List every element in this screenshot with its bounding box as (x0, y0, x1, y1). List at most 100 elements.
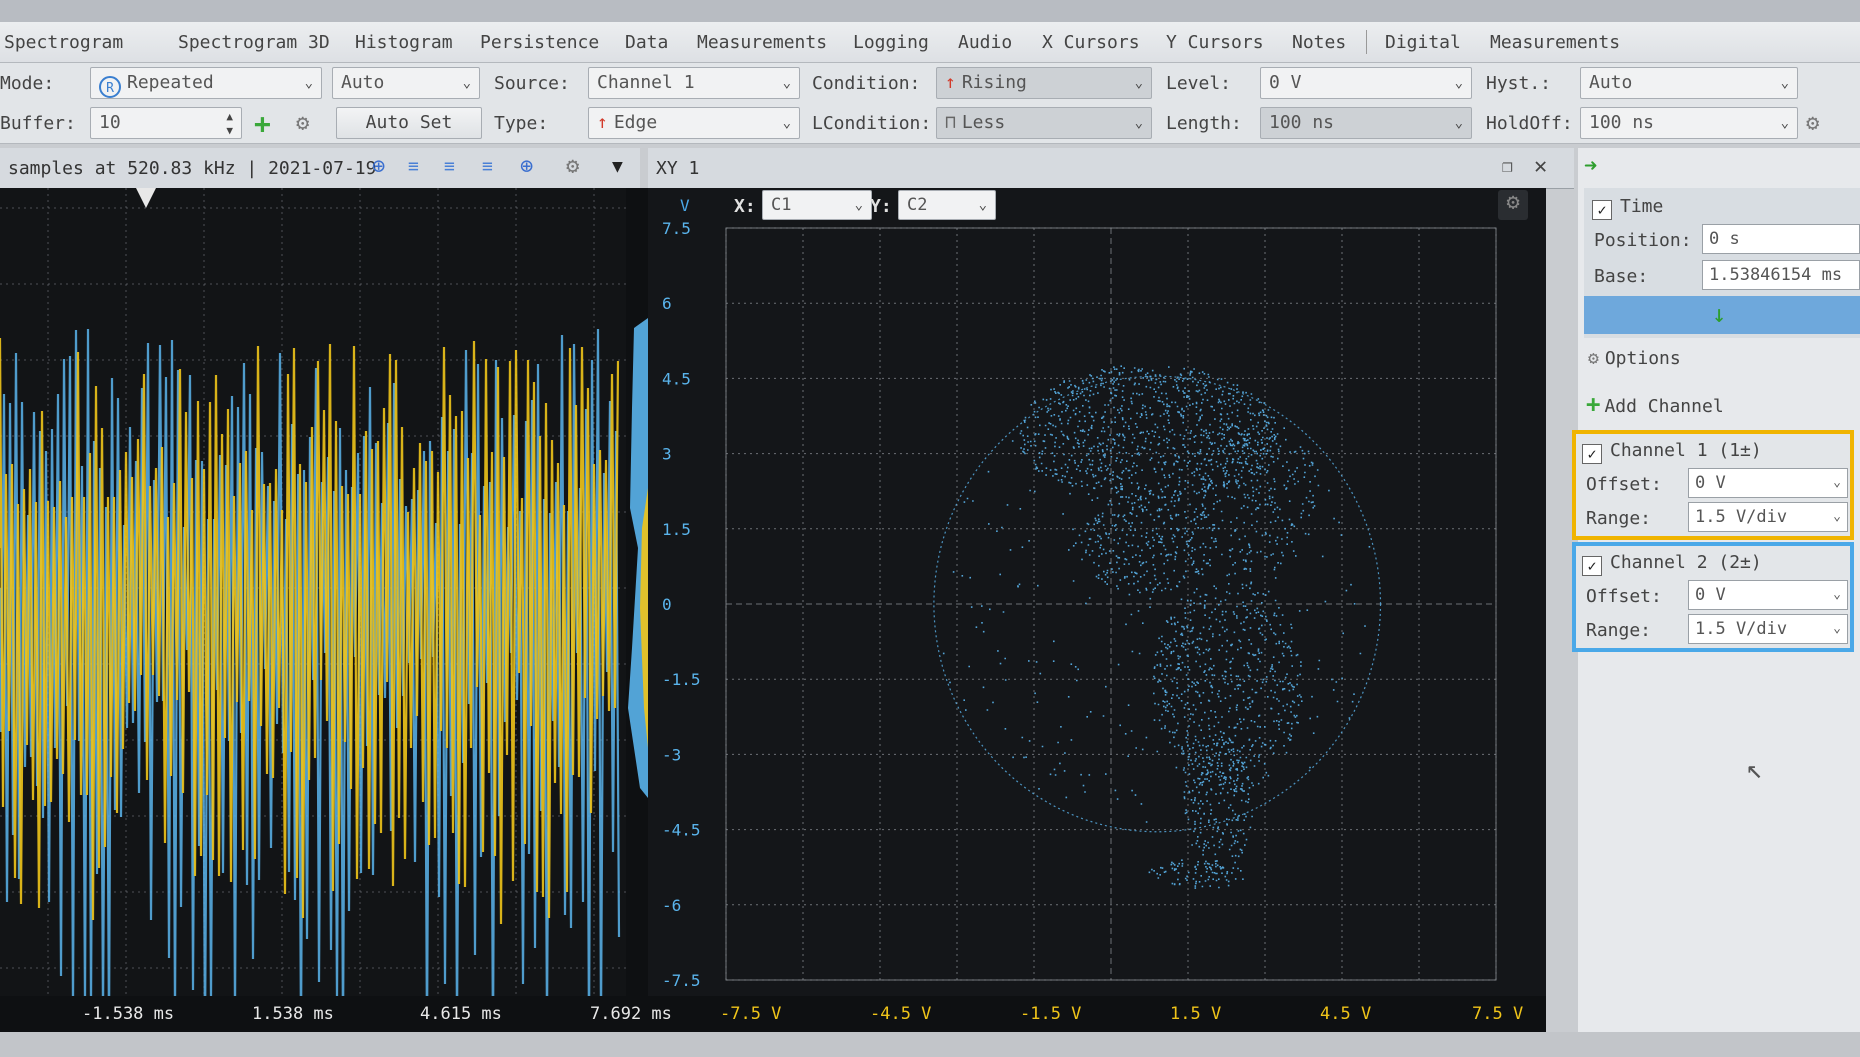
channel-2-offset-label: Offset: (1586, 586, 1662, 607)
histogram-svg (628, 318, 648, 798)
menu-x-cursors[interactable]: X Cursors (1042, 32, 1140, 53)
channel-2-range-label: Range: (1586, 620, 1652, 641)
type-dropdown[interactable]: ↑ Edge ⌄ (588, 107, 800, 139)
xy-y-tick: -1.5 (662, 670, 701, 689)
mode-value: Repeated (127, 72, 214, 93)
chevron-down-icon: ⌄ (1780, 115, 1789, 131)
menu-notes[interactable]: Notes (1292, 32, 1346, 53)
length-dropdown[interactable]: 100 ns ⌄ (1260, 107, 1472, 139)
spinner-arrows-icon[interactable]: ▲ ▼ (226, 110, 233, 138)
xy-x-tick: 7.5 V (1472, 1004, 1524, 1024)
base-field[interactable]: 1.53846154 ms (1702, 260, 1860, 290)
xy-y-tick: 7.5 (662, 219, 691, 238)
menu-persistence[interactable]: Persistence (480, 32, 599, 53)
menu-measurements-digital[interactable]: Measurements (1490, 32, 1620, 53)
scope-plot-area[interactable] (0, 188, 907, 1048)
trigger-settings-gear-icon[interactable]: ⚙ (1806, 111, 1819, 137)
menu-measurements[interactable]: Measurements (697, 32, 827, 53)
trigger-auto-dropdown[interactable]: Auto ⌄ (332, 67, 480, 99)
hyst-value: Auto (1589, 72, 1633, 93)
lcondition-dropdown[interactable]: ⊓ Less ⌄ (936, 107, 1152, 139)
zoom-in-icon[interactable]: ⊕ (372, 154, 385, 180)
scope-x-tick: 1.538 ms (252, 1004, 334, 1024)
time-toggle[interactable]: ✓ Time (1592, 196, 1663, 220)
type-value: Edge (613, 112, 658, 133)
menu-spectrogram[interactable]: Spectrogram (4, 32, 123, 53)
menu-data[interactable]: Data (625, 32, 668, 53)
xy-globe-points (933, 365, 1382, 889)
position-field[interactable]: 0 s (1702, 224, 1860, 254)
histogram-strip (626, 188, 648, 996)
chevron-down-icon: ⌄ (782, 75, 791, 91)
add-buffer-icon[interactable]: + (254, 110, 271, 138)
add-channel-button[interactable]: + Add Channel (1586, 390, 1724, 418)
channel-2-offset-dropdown[interactable]: 0 V ⌄ (1688, 580, 1848, 610)
align-top-icon[interactable]: ≡ (482, 154, 493, 180)
menu-digital[interactable]: Digital (1385, 32, 1461, 53)
type-label: Type: (494, 113, 549, 134)
chevron-down-icon: ⌄ (1780, 75, 1789, 91)
menu-audio[interactable]: Audio (958, 32, 1012, 53)
channel-1-range-dropdown[interactable]: 1.5 V/div ⌄ (1688, 502, 1848, 532)
close-icon[interactable]: ✕ (1534, 154, 1547, 180)
channel-1-offset-dropdown[interactable]: 0 V ⌄ (1688, 468, 1848, 498)
time-apply-bar[interactable]: ↓ (1584, 296, 1860, 334)
menu-logging[interactable]: Logging (853, 32, 929, 53)
holdoff-dropdown[interactable]: 100 ns ⌄ (1580, 107, 1798, 139)
menu-histogram[interactable]: Histogram (355, 32, 453, 53)
arrow-down-icon: ↓ (1712, 300, 1727, 328)
auto-set-button[interactable]: Auto Set (336, 107, 482, 139)
chevron-down-icon: ⌄ (1454, 75, 1463, 91)
mode-dropdown[interactable]: R Repeated ⌄ (90, 67, 322, 99)
channel-2-toggle[interactable]: ✓ Channel 2 (2±) (1582, 552, 1762, 576)
options-row[interactable]: ⚙ Options (1588, 348, 1681, 369)
filter-icon[interactable]: ▼ (612, 154, 623, 180)
xy-y-tick: 4.5 (662, 369, 691, 388)
channel-2-range-dropdown[interactable]: 1.5 V/div ⌄ (1688, 614, 1848, 644)
trigger-row-1: Mode: R Repeated ⌄ Auto ⌄ Source: Channel… (0, 63, 1860, 103)
restore-window-icon[interactable]: ❐ (1502, 154, 1513, 180)
buffer-spinbox[interactable]: 10 ▲ ▼ (90, 107, 242, 139)
lcondition-label: LCondition: (812, 113, 932, 134)
hyst-dropdown[interactable]: Auto ⌄ (1580, 67, 1798, 99)
scope-settings-gear-icon[interactable]: ⚙ (566, 154, 579, 180)
menu-spectrogram-3d[interactable]: Spectrogram 3D (178, 32, 330, 53)
position-value: 0 s (1709, 229, 1740, 249)
options-gear-icon: ⚙ (1588, 348, 1599, 369)
channel-2-title: Channel 2 (2±) (1610, 552, 1762, 573)
xy-plot-area[interactable]: V X: C1 ⌄ Y: C2 ⌄ ⚙ 7.5 6 4.5 3 1.5 0 -1.5 -3 -4… (648, 188, 1546, 996)
xy-window-titlebar: XY 1 ❐ ✕ (648, 148, 1574, 189)
time-checkbox[interactable]: ✓ (1592, 200, 1612, 220)
trigger-position-marker[interactable] (136, 188, 156, 208)
arrow-right-icon[interactable]: ➜ (1584, 154, 1597, 179)
channel-2-checkbox[interactable]: ✓ (1582, 556, 1602, 576)
xy-y-tick: -4.5 (662, 821, 701, 840)
align-bottom-icon[interactable]: ≡ (408, 154, 419, 180)
source-dropdown[interactable]: Channel 1 ⌄ (588, 67, 800, 99)
level-label: Level: (1166, 73, 1232, 94)
level-dropdown[interactable]: 0 V ⌄ (1260, 67, 1472, 99)
zoom-fit-icon[interactable]: ⊕ (520, 154, 533, 180)
base-label: Base: (1594, 266, 1649, 287)
channel-1-range-label: Range: (1586, 508, 1652, 529)
channel-1-toggle[interactable]: ✓ Channel 1 (1±) (1582, 440, 1762, 464)
channel-1-checkbox[interactable]: ✓ (1582, 444, 1602, 464)
xy-y-tick: -7.5 (662, 971, 701, 990)
align-center-icon[interactable]: ≡ (444, 154, 455, 180)
channel-1-range-value: 1.5 V/div (1695, 507, 1788, 527)
level-value: 0 V (1269, 72, 1302, 93)
xy-y-tick: 3 (662, 445, 672, 464)
chevron-down-icon: ⌄ (462, 75, 471, 91)
pulse-icon: ⊓ (945, 112, 956, 133)
xy-y-tick: -3 (662, 745, 681, 764)
mode-label: Mode: (0, 73, 55, 94)
holdoff-label: HoldOff: (1486, 113, 1573, 134)
mouse-cursor-icon: ↖ (1746, 752, 1763, 785)
condition-dropdown[interactable]: ↑ Rising ⌄ (936, 67, 1152, 99)
buffer-settings-gear-icon[interactable]: ⚙ (296, 111, 309, 137)
channel-2-box: ✓ Channel 2 (2±) Offset: 0 V ⌄ Range: 1.5… (1572, 542, 1854, 652)
trigger-row-2: Buffer: 10 ▲ ▼ + ⚙ Auto Set Type: ↑ Edge ⌄… (0, 103, 1860, 144)
menu-y-cursors[interactable]: Y Cursors (1166, 32, 1264, 53)
xy-y-tick: 1.5 (662, 520, 691, 539)
menu-separator (1366, 30, 1367, 54)
